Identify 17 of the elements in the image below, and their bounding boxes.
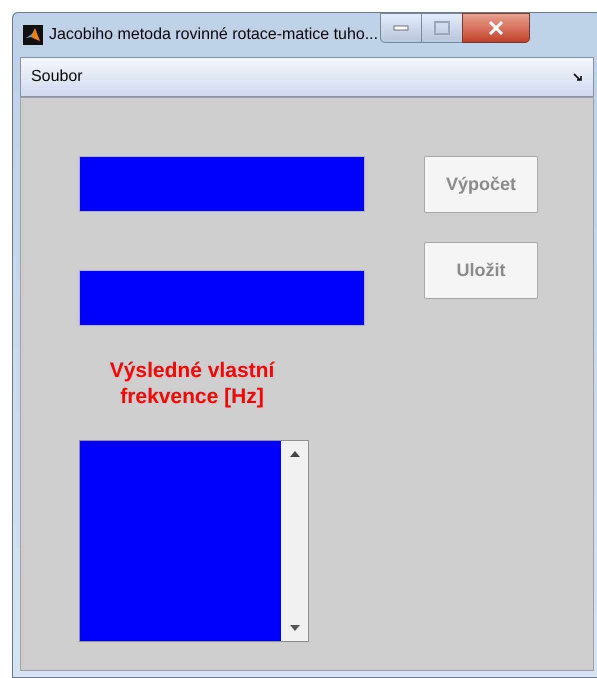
result-label: Výsledné vlastní frekvence [Hz] xyxy=(108,358,276,410)
menu-item[interactable]: Soubor xyxy=(31,65,83,89)
minimize-button[interactable] xyxy=(380,13,422,43)
close-button[interactable] xyxy=(462,13,530,43)
result-listbox[interactable] xyxy=(79,440,309,642)
maximize-icon xyxy=(434,21,450,35)
edit-field[interactable] xyxy=(79,156,365,212)
scrollbar[interactable] xyxy=(281,441,308,641)
app-logo-icon xyxy=(23,25,43,45)
close-icon xyxy=(488,21,504,35)
maximize-button[interactable] xyxy=(422,13,462,43)
edit-field[interactable] xyxy=(79,270,365,326)
minimize-icon xyxy=(393,25,410,31)
toolbar-toggle-icon[interactable] xyxy=(573,72,583,82)
window-title: Jacobiho metoda rovinné rotace-matice tuho... xyxy=(49,25,378,45)
scroll-down-icon[interactable] xyxy=(290,625,300,631)
scroll-up-icon[interactable] xyxy=(290,451,300,457)
